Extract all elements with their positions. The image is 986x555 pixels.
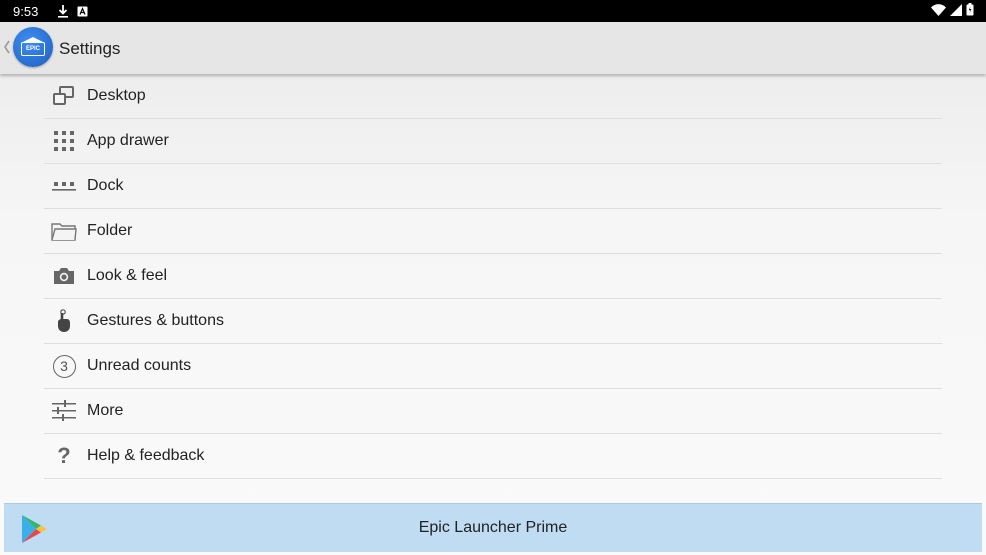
help-glyph: ? — [57, 443, 71, 468]
app-drawer-icon — [52, 129, 76, 153]
logo-house-icon: EPIC — [21, 36, 45, 56]
play-store-icon — [18, 513, 50, 545]
app-bar: EPIC Settings — [0, 22, 986, 74]
signal-icon — [950, 3, 962, 19]
settings-item-help-and-feedback[interactable]: ? Help & feedback — [44, 434, 942, 479]
settings-item-label: Gestures & buttons — [87, 312, 224, 329]
settings-item-app-drawer[interactable]: App drawer — [44, 119, 942, 164]
download-icon — [57, 4, 69, 18]
battery-icon — [966, 3, 974, 19]
camera-icon — [52, 264, 76, 288]
settings-item-look-and-feel[interactable]: Look & feel — [44, 254, 942, 299]
settings-item-dock[interactable]: Dock — [44, 164, 942, 209]
settings-item-label: Look & feel — [87, 267, 168, 284]
logo-text: EPIC — [25, 45, 40, 52]
settings-item-desktop[interactable]: Desktop — [44, 74, 942, 119]
settings-item-label: Unread counts — [87, 357, 192, 374]
settings-item-label: Folder — [87, 222, 133, 239]
unread-count-badge: 3 — [52, 354, 76, 378]
settings-item-label: App drawer — [87, 132, 169, 149]
settings-item-label: Desktop — [87, 87, 146, 104]
wifi-icon — [931, 3, 946, 19]
settings-item-label: Help & feedback — [87, 447, 205, 464]
settings-item-label: Dock — [87, 177, 124, 194]
page-title: Settings — [59, 39, 121, 58]
status-time: 9:53 — [13, 3, 39, 19]
prime-promo-banner[interactable]: Epic Launcher Prime — [4, 503, 982, 552]
gesture-icon — [52, 309, 76, 333]
settings-list: Desktop App drawer Dock Folder Look & fe… — [44, 74, 942, 479]
promo-label: Epic Launcher Prime — [418, 519, 568, 536]
folder-icon — [51, 219, 77, 243]
settings-item-label: More — [87, 402, 124, 419]
dock-icon — [52, 174, 76, 198]
settings-item-gestures-and-buttons[interactable]: Gestures & buttons — [44, 299, 942, 344]
app-logo[interactable]: EPIC — [13, 27, 53, 67]
help-icon: ? — [52, 443, 76, 468]
back-chevron-icon[interactable] — [3, 40, 11, 57]
desktop-icon — [52, 84, 76, 108]
settings-item-folder[interactable]: Folder — [44, 209, 942, 254]
settings-item-unread-counts[interactable]: 3 Unread counts — [44, 344, 942, 389]
settings-item-more[interactable]: More — [44, 389, 942, 434]
unread-count-icon: 3 — [52, 354, 76, 378]
status-bar: 9:53 — [0, 0, 986, 22]
sliders-icon — [52, 399, 76, 423]
a-notification-icon — [77, 6, 88, 17]
